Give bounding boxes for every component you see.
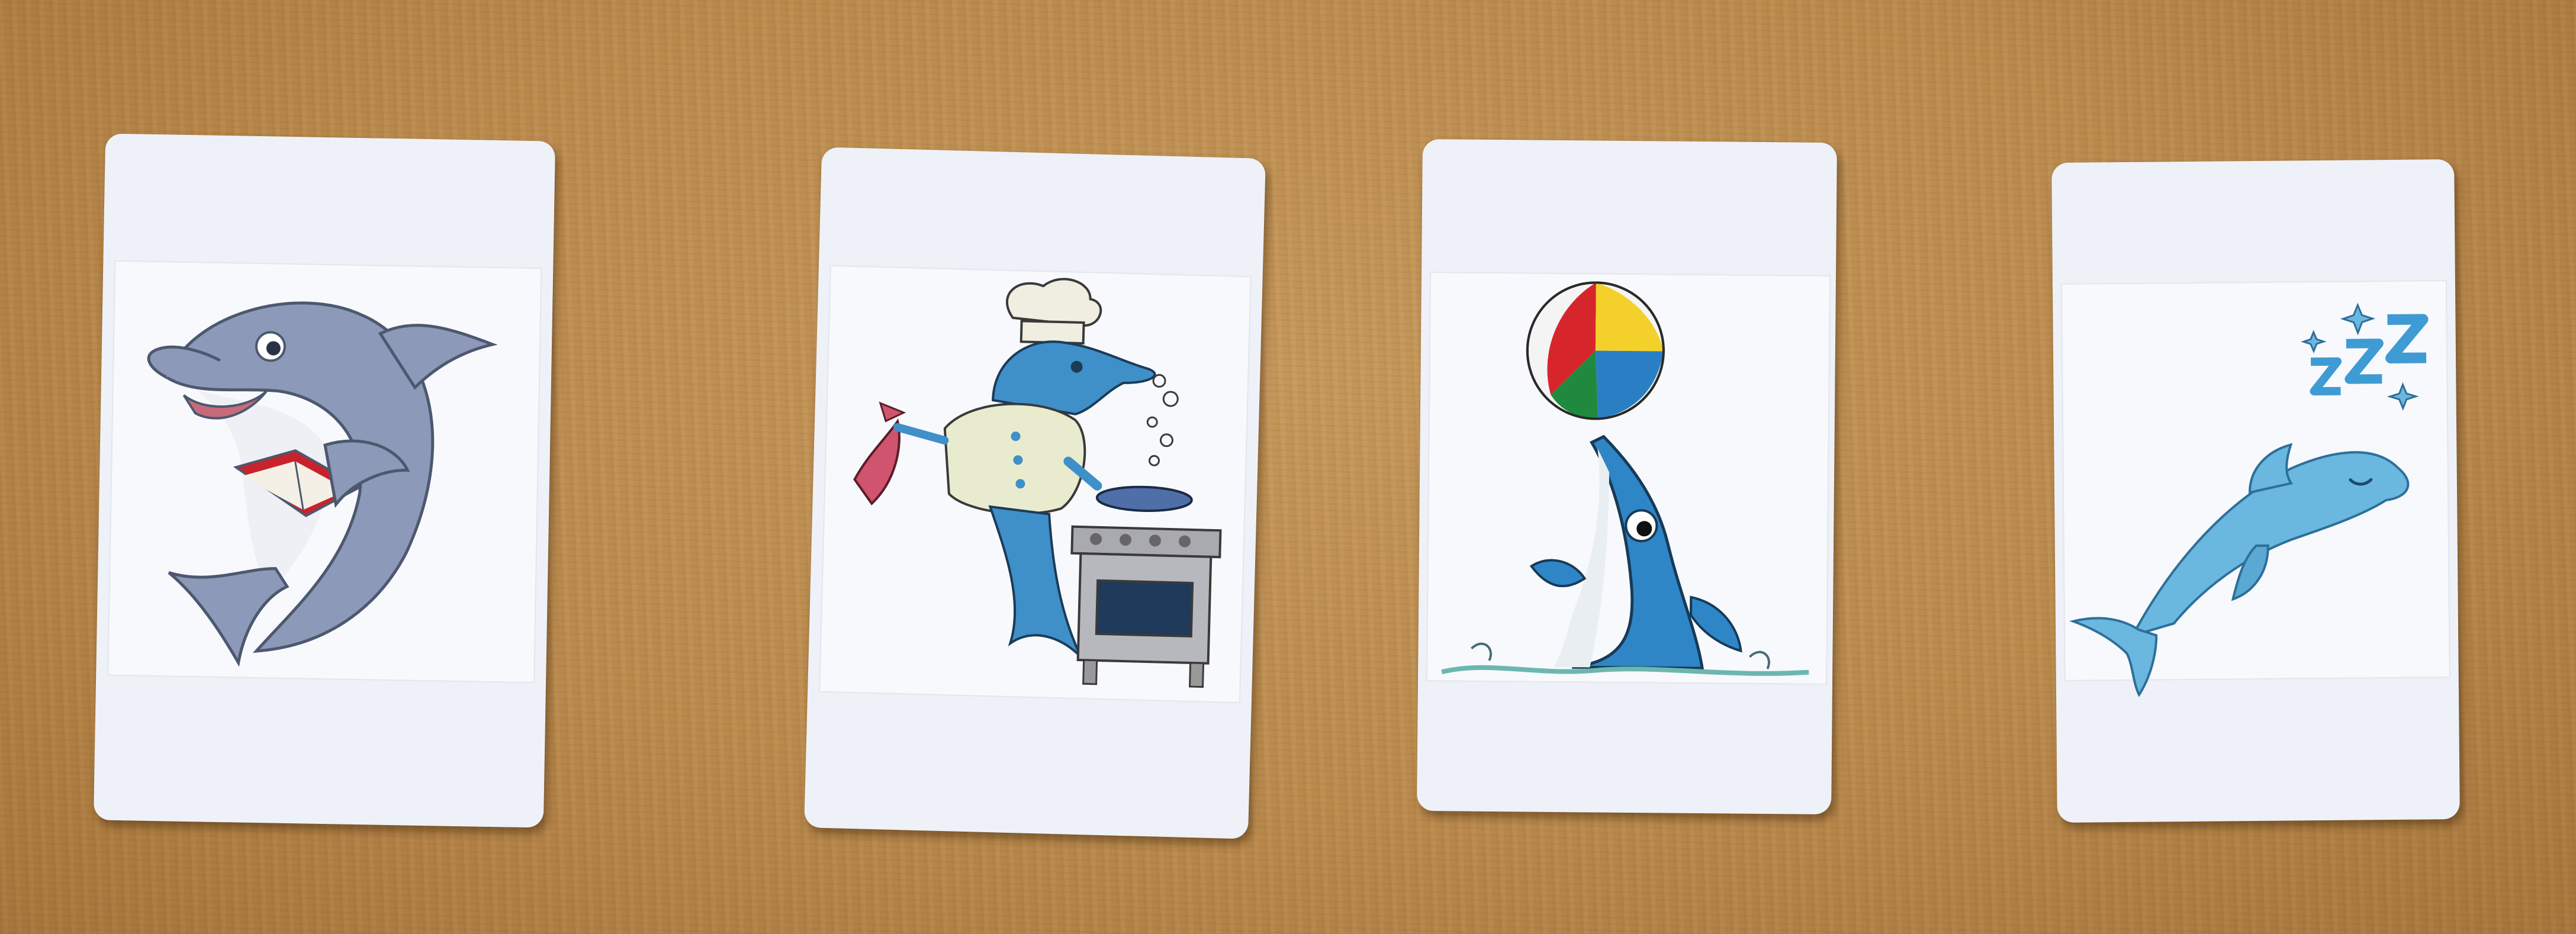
card-ball-dolphin[interactable] [1417,139,1837,815]
sleeping-dolphin-icon [2060,280,2450,697]
card-sleeping-dolphin[interactable] [2051,159,2460,823]
reading-dolphin-icon [107,260,542,684]
card-chef-dolphin[interactable] [804,147,1266,839]
chef-dolphin-icon [819,265,1252,704]
ball-balancing-dolphin-icon [1426,272,1831,685]
card-reading-dolphin[interactable] [93,133,556,828]
wooden-table [0,0,2576,934]
